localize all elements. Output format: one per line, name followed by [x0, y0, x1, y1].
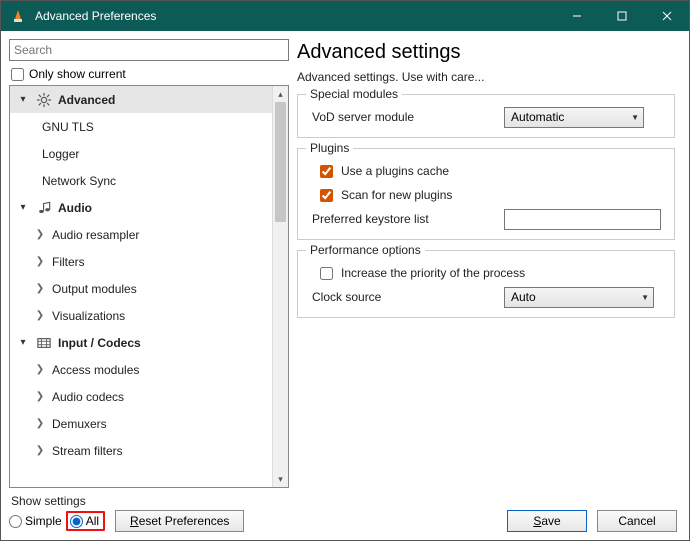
chevron-down-icon: ▼ — [631, 113, 639, 122]
page-title: Advanced settings — [297, 41, 675, 64]
tree-item-filters[interactable]: ❯ Filters — [10, 248, 272, 275]
scan-plugins-label: Scan for new plugins — [341, 188, 666, 202]
radio-all-input[interactable] — [70, 515, 83, 528]
tree-item-label: GNU TLS — [42, 120, 94, 134]
tree-item-label: Audio resampler — [52, 228, 139, 242]
tree-item-audio-resampler[interactable]: ❯ Audio resampler — [10, 221, 272, 248]
tree-item-label: Output modules — [52, 282, 137, 296]
chevron-right-icon[interactable]: ❯ — [34, 283, 46, 294]
tree-item-visualizations[interactable]: ❯ Visualizations — [10, 302, 272, 329]
settings-panel: Advanced settings Advanced settings. Use… — [295, 39, 681, 488]
vod-select[interactable]: Automatic ▼ — [504, 107, 644, 128]
scroll-up-icon[interactable]: ▴ — [273, 86, 289, 102]
only-show-current-checkbox[interactable] — [11, 68, 24, 81]
tree-item-output-modules[interactable]: ❯ Output modules — [10, 275, 272, 302]
tree-item-label: Audio codecs — [52, 390, 124, 404]
chevron-right-icon[interactable]: ❯ — [34, 364, 46, 375]
only-show-current-row: Only show current — [11, 67, 287, 81]
vod-label: VoD server module — [306, 110, 496, 124]
tree-category-audio[interactable]: ▾ Audio — [10, 194, 272, 221]
keystore-label: Preferred keystore list — [306, 212, 496, 226]
group-performance: Performance options Increase the priorit… — [297, 250, 675, 318]
reset-preferences-button[interactable]: Reset Preferences — [115, 510, 244, 532]
window-body: Only show current ▾ Advanced GNU TLS Logger… — [1, 31, 689, 540]
disclosure-triangle-icon[interactable]: ▾ — [16, 337, 30, 348]
search-input[interactable] — [9, 39, 289, 61]
chevron-right-icon[interactable]: ❯ — [34, 256, 46, 267]
close-button[interactable] — [644, 1, 689, 31]
only-show-current-label: Only show current — [29, 67, 126, 81]
cancel-button[interactable]: Cancel — [597, 510, 677, 532]
chevron-right-icon[interactable]: ❯ — [34, 445, 46, 456]
page-description: Advanced settings. Use with care... — [297, 70, 675, 84]
tree-item-label: Input / Codecs — [58, 336, 141, 350]
radio-simple-input[interactable] — [9, 515, 22, 528]
chevron-down-icon: ▼ — [641, 293, 649, 302]
tree-item-label: Filters — [52, 255, 85, 269]
plugins-cache-checkbox[interactable] — [320, 165, 333, 178]
vod-select-value: Automatic — [511, 110, 564, 124]
tree-item-label: Stream filters — [52, 444, 123, 458]
show-settings-label: Show settings — [9, 494, 244, 508]
tree-item-network-sync[interactable]: Network Sync — [10, 167, 272, 194]
left-panel: Only show current ▾ Advanced GNU TLS Logger… — [9, 39, 289, 488]
tree-item-label: Audio — [58, 201, 92, 215]
clock-select-value: Auto — [511, 290, 536, 304]
tree-item-label: Logger — [42, 147, 79, 161]
tree-item-label: Advanced — [58, 93, 115, 107]
clock-select[interactable]: Auto ▼ — [504, 287, 654, 308]
note-icon — [36, 200, 52, 216]
tree-item-label: Access modules — [52, 363, 139, 377]
titlebar: Advanced Preferences — [1, 1, 689, 31]
tree-item-label: Visualizations — [52, 309, 125, 323]
tree-item-logger[interactable]: Logger — [10, 140, 272, 167]
disclosure-triangle-icon[interactable]: ▾ — [16, 202, 30, 213]
codec-icon — [36, 335, 52, 351]
gear-icon — [36, 92, 52, 108]
tree-item-audio-codecs[interactable]: ❯ Audio codecs — [10, 383, 272, 410]
radio-simple-label: Simple — [25, 514, 62, 528]
group-legend-performance: Performance options — [306, 243, 425, 257]
chevron-right-icon[interactable]: ❯ — [34, 418, 46, 429]
chevron-right-icon[interactable]: ❯ — [34, 310, 46, 321]
keystore-input[interactable] — [504, 209, 661, 230]
tree-item-label: Demuxers — [52, 417, 107, 431]
app-icon — [9, 7, 27, 25]
tree-item-gnu-tls[interactable]: GNU TLS — [10, 113, 272, 140]
group-plugins: Plugins Use a plugins cache Scan for new… — [297, 148, 675, 240]
tree-category-input-codecs[interactable]: ▾ Input / Codecs — [10, 329, 272, 356]
window-title: Advanced Preferences — [35, 9, 156, 23]
category-tree: ▾ Advanced GNU TLS Logger Network Sync ▾ Audio… — [9, 85, 289, 488]
scan-plugins-checkbox[interactable] — [320, 189, 333, 202]
radio-all[interactable]: All — [66, 511, 105, 531]
scroll-down-icon[interactable]: ▾ — [273, 471, 289, 487]
radio-all-label: All — [86, 514, 99, 528]
chevron-right-icon[interactable]: ❯ — [34, 229, 46, 240]
save-button[interactable]: Save — [507, 510, 587, 532]
footer: Show settings Simple All Reset Preferenc… — [1, 496, 689, 540]
chevron-right-icon[interactable]: ❯ — [34, 391, 46, 402]
radio-simple[interactable]: Simple — [9, 514, 62, 528]
tree-scrollbar[interactable]: ▴ ▾ — [272, 86, 288, 487]
disclosure-triangle-icon[interactable]: ▾ — [16, 94, 30, 105]
clock-label: Clock source — [306, 290, 496, 304]
priority-label: Increase the priority of the process — [341, 266, 666, 280]
priority-checkbox[interactable] — [320, 267, 333, 280]
show-settings-group: Show settings Simple All Reset Preferenc… — [9, 494, 244, 532]
group-legend-plugins: Plugins — [306, 141, 353, 155]
group-special-modules: Special modules VoD server module Automa… — [297, 94, 675, 138]
minimize-button[interactable] — [554, 1, 599, 31]
scroll-thumb[interactable] — [275, 102, 286, 222]
tree-category-advanced[interactable]: ▾ Advanced — [10, 86, 272, 113]
tree-item-access-modules[interactable]: ❯ Access modules — [10, 356, 272, 383]
content-area: Only show current ▾ Advanced GNU TLS Logger… — [1, 31, 689, 496]
tree-item-demuxers[interactable]: ❯ Demuxers — [10, 410, 272, 437]
maximize-button[interactable] — [599, 1, 644, 31]
tree-item-stream-filters[interactable]: ❯ Stream filters — [10, 437, 272, 464]
tree-item-label: Network Sync — [42, 174, 116, 188]
plugins-cache-label: Use a plugins cache — [341, 164, 666, 178]
group-legend-special: Special modules — [306, 87, 402, 101]
window: Advanced Preferences Only show current ▾… — [0, 0, 690, 541]
